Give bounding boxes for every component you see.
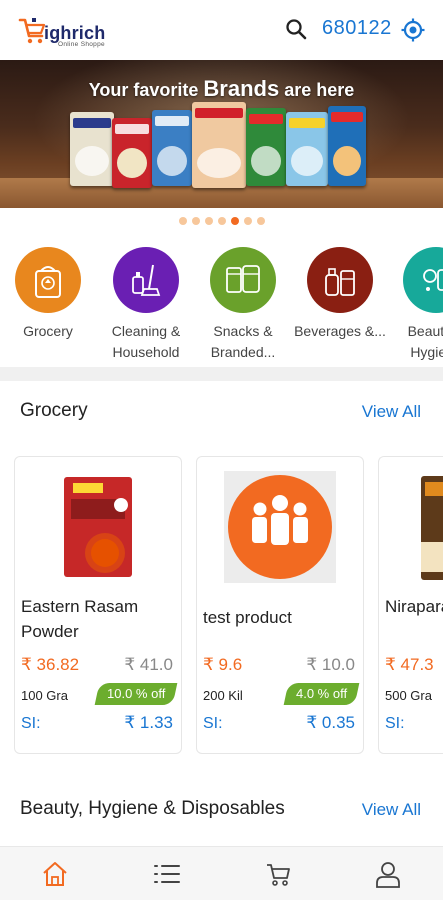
profile-icon: [376, 862, 400, 888]
banner-title-suffix: are here: [279, 80, 355, 100]
si-label: SI:: [21, 715, 41, 732]
promo-banner[interactable]: Your favorite Brands are here: [0, 60, 443, 208]
category-beverages[interactable]: Beverages &...: [292, 245, 388, 342]
category-label: Cleaning & Household: [111, 323, 181, 360]
discount-text: 4.0 % off: [295, 686, 347, 701]
logo-tagline: Online Shoppe: [58, 41, 105, 48]
banner-product-pack: [112, 118, 152, 188]
banner-product-pack: [192, 102, 246, 188]
product-quantity: 500 Gra: [385, 688, 432, 703]
beauty-icon: [403, 247, 443, 313]
beverages-icon: [307, 247, 373, 313]
cart-icon: [267, 864, 290, 886]
product-price: ₹ 9.6: [203, 655, 243, 674]
section-title-grocery: Grocery: [20, 400, 88, 421]
product-mrp: ₹ 41.0: [124, 655, 173, 674]
product-saving: ₹ 1.33: [124, 713, 173, 732]
product-price: ₹ 47.3: [385, 655, 434, 674]
banner-title-emphasis: Brands: [203, 76, 280, 101]
banner-product-pack: [246, 108, 286, 186]
section-divider: [0, 367, 443, 381]
logo-cart-icon: [18, 18, 46, 44]
home-icon: [43, 862, 67, 886]
product-image: [197, 467, 363, 587]
nav-categories[interactable]: [152, 859, 182, 889]
category-label: Beverages &...: [294, 323, 386, 339]
snacks-icon: [210, 247, 276, 313]
product-saving: ₹ 0.35: [306, 713, 355, 732]
banner-product-pack: [286, 112, 328, 186]
product-image: [15, 467, 181, 587]
product-quantity: 200 Kil: [203, 688, 243, 703]
banner-product-pack: [328, 106, 366, 186]
top-bar: ighrich Online Shoppe 680122: [0, 0, 443, 60]
category-label: Grocery: [23, 323, 73, 339]
carousel-dot[interactable]: [191, 217, 200, 225]
carousel-dot[interactable]: [204, 217, 213, 225]
nav-profile[interactable]: [373, 859, 403, 889]
section-title-beauty: Beauty, Hygiene & Disposables: [20, 798, 285, 819]
category-label: Snacks & Branded...: [210, 323, 276, 360]
nav-cart[interactable]: [263, 859, 293, 889]
category-cleaning[interactable]: Cleaning & Household: [98, 245, 194, 363]
product-card[interactable]: Nirapara Puttu P ₹ 47.3 500 Gra SI:: [378, 456, 443, 754]
product-name[interactable]: Nirapara Puttu P: [385, 594, 443, 619]
category-label: Beauty & Hygiene: [407, 323, 443, 360]
discount-badge: 10.0 % off: [94, 683, 178, 705]
banner-title: Your favorite Brands are here: [0, 76, 443, 102]
carousel-dot[interactable]: [178, 217, 187, 225]
carousel-indicator: [0, 217, 443, 227]
product-name[interactable]: test product: [203, 605, 359, 630]
grocery-bag-icon: [15, 247, 81, 313]
pincode-label[interactable]: 680122: [322, 17, 392, 40]
banner-title-prefix: Your favorite: [88, 80, 204, 100]
location-target-icon[interactable]: [400, 17, 426, 43]
banner-product-pack: [70, 112, 114, 186]
banner-product-pack: [152, 110, 192, 186]
highrich-logo[interactable]: ighrich Online Shoppe: [18, 12, 118, 50]
carousel-dot-active[interactable]: [230, 217, 239, 225]
category-snacks[interactable]: Snacks & Branded...: [195, 245, 291, 363]
category-beauty[interactable]: Beauty & Hygiene: [388, 245, 443, 363]
view-all-beauty-link[interactable]: View All: [362, 800, 421, 820]
product-name[interactable]: Eastern Rasam Powder: [21, 594, 177, 644]
discount-text: 10.0 % off: [106, 686, 165, 701]
si-label: SI:: [385, 715, 405, 732]
cleaning-icon: [113, 247, 179, 313]
si-label: SI:: [203, 715, 223, 732]
product-card[interactable]: Eastern Rasam Powder ₹ 36.82 ₹ 41.0 100 …: [14, 456, 182, 754]
category-grocery[interactable]: Grocery: [0, 245, 96, 342]
app-screen: ighrich Online Shoppe 680122 Your favori…: [0, 0, 443, 900]
carousel-dot[interactable]: [217, 217, 226, 225]
carousel-dot[interactable]: [243, 217, 252, 225]
product-quantity: 100 Gra: [21, 688, 68, 703]
discount-badge: 4.0 % off: [283, 683, 360, 705]
list-icon: [154, 865, 180, 883]
bottom-navigation: [0, 846, 443, 900]
product-image: [379, 467, 443, 587]
product-price: ₹ 36.82: [21, 655, 80, 674]
category-strip: Grocery Cleaning & Household Snacks & Br…: [0, 245, 443, 365]
carousel-dot[interactable]: [256, 217, 265, 225]
product-mrp: ₹ 10.0: [306, 655, 355, 674]
nav-home[interactable]: [40, 859, 70, 889]
product-card[interactable]: test product ₹ 9.6 ₹ 10.0 200 Kil 4.0 % …: [196, 456, 364, 754]
view-all-grocery-link[interactable]: View All: [362, 402, 421, 422]
search-icon[interactable]: [284, 17, 308, 41]
